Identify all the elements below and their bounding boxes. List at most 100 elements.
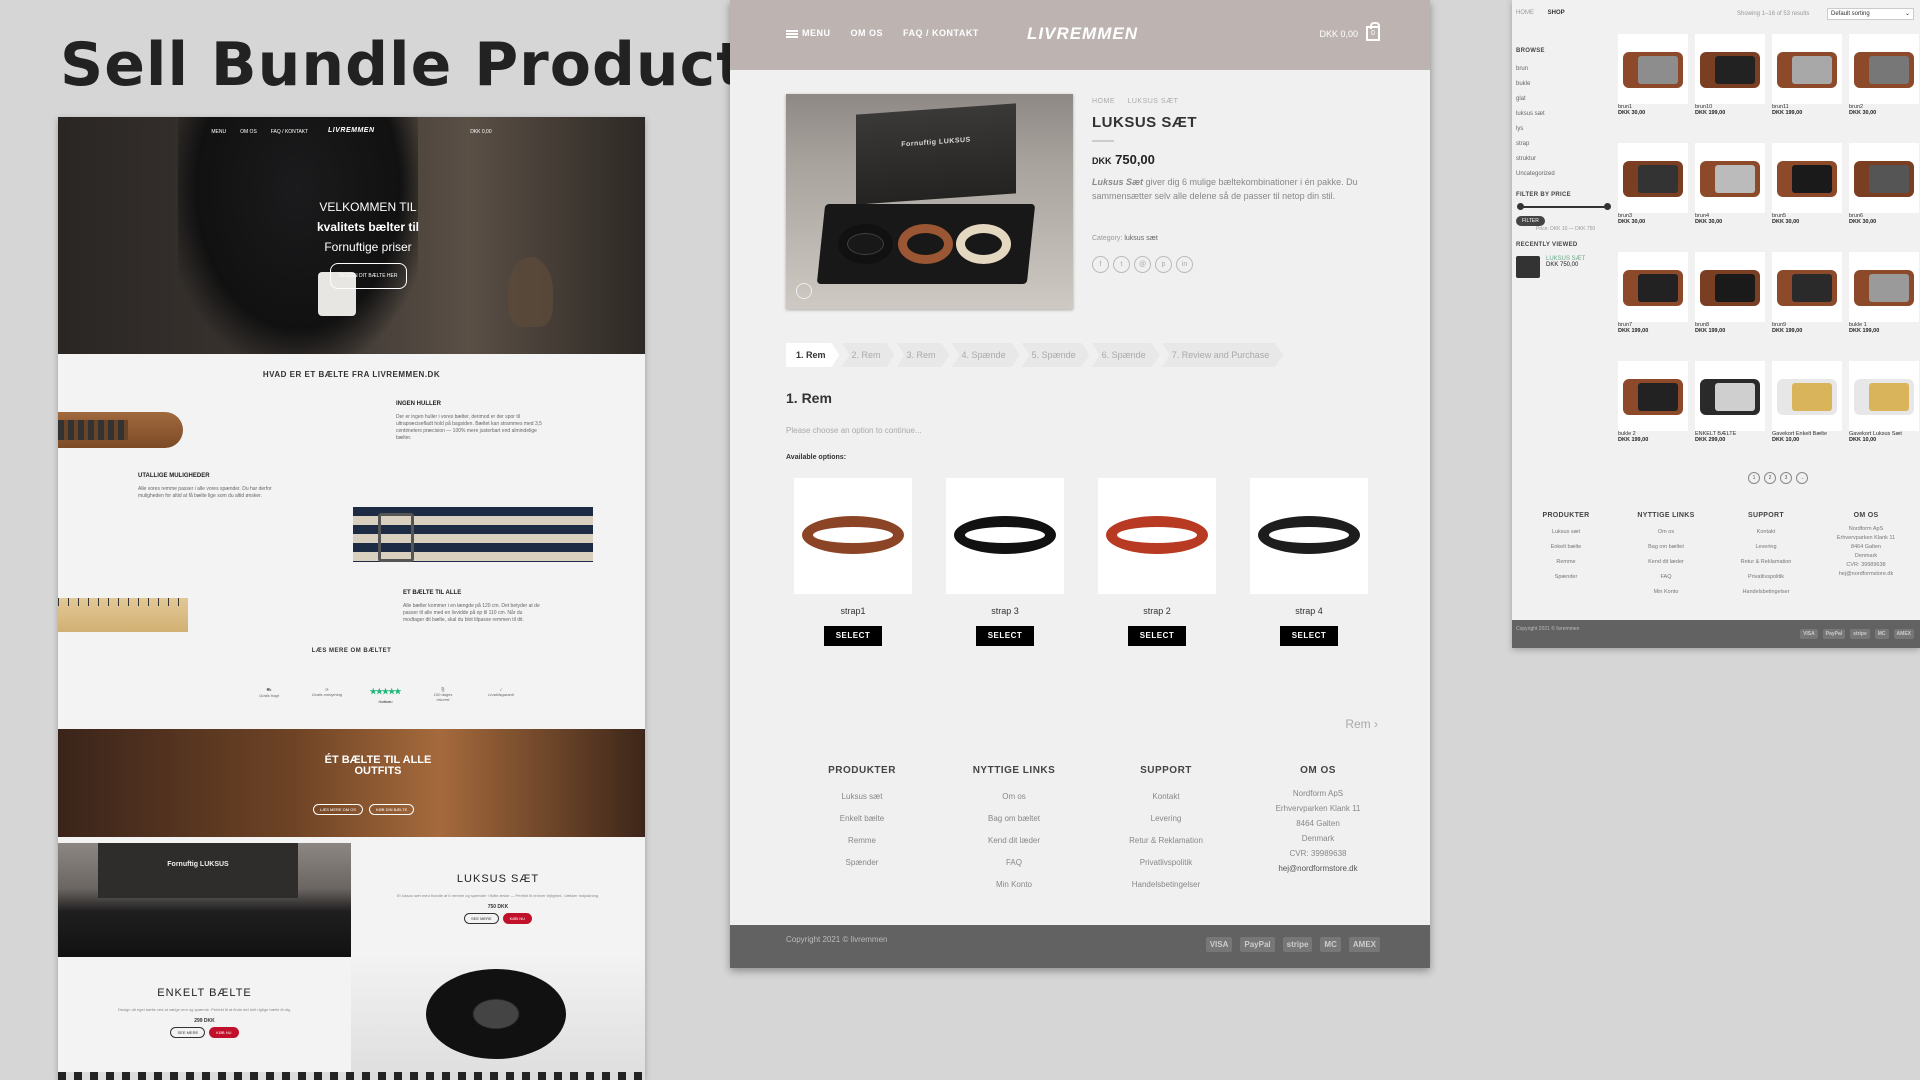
recently-viewed-item[interactable]: LUKSUS SÆT DKK 750,00 (1516, 256, 1616, 278)
product-thumbnail[interactable] (1695, 34, 1765, 104)
nav-cart-link[interactable]: DKK 0,00 (470, 129, 491, 135)
product-card[interactable]: BRUNbrun2DKK 30,00 (1849, 34, 1919, 143)
footer-link[interactable]: Min Konto (938, 874, 1090, 896)
product-card[interactable]: UNCATEGORIZEDGavekort Luksus SætDKK 10,0… (1849, 361, 1919, 470)
breadcrumb-shop[interactable]: SHOP (1548, 10, 1565, 16)
page-3[interactable]: 3 (1780, 472, 1792, 484)
product-card[interactable]: LUKSUS SÆTENKELT BÆLTEDKK 299,00 (1695, 361, 1765, 470)
product-image[interactable]: Fornuftig LUKSUS (786, 94, 1073, 309)
category-link[interactable]: struktur (1516, 152, 1616, 167)
step-tab-7[interactable]: 7. Review and Purchase (1162, 343, 1284, 367)
product-thumbnail[interactable] (1618, 34, 1688, 104)
filter-button[interactable]: FILTER (1516, 216, 1545, 226)
footer-link[interactable]: Luksus sæt (786, 786, 938, 808)
breadcrumb-home[interactable]: HOME (1092, 98, 1115, 105)
footer-email-link[interactable]: hej@nordformstore.dk (1816, 570, 1916, 579)
product-card[interactable]: BRUNbrun7DKK 199,00 (1618, 252, 1688, 361)
footer-link[interactable]: Kend dit læder (1616, 555, 1716, 570)
read-more-link[interactable]: LÆS MERE OM BÆLTET (58, 648, 645, 654)
footer-link[interactable]: Enkelt bælte (1516, 540, 1616, 555)
breadcrumb-home[interactable]: HOME (1516, 10, 1534, 16)
nav-menu-link[interactable]: MENU (211, 129, 226, 135)
step-tab-6[interactable]: 6. Spænde (1092, 343, 1160, 367)
product-thumbnail[interactable] (1772, 252, 1842, 322)
category-link[interactable]: luksus sæt (1516, 107, 1616, 122)
footer-link[interactable]: Remme (786, 830, 938, 852)
footer-link[interactable]: Om os (1616, 525, 1716, 540)
footer-link[interactable]: Levering (1090, 808, 1242, 830)
footer-link[interactable]: Retur & Reklamation (1090, 830, 1242, 852)
page-2[interactable]: 2 (1764, 472, 1776, 484)
about-us-button[interactable]: LÆS MERE OM OS (313, 804, 364, 815)
product-thumbnail[interactable] (1849, 252, 1919, 322)
nav-faq-link[interactable]: FAQ / KONTAKT (271, 129, 308, 135)
select-button[interactable]: SELECT (1280, 626, 1338, 646)
menu-button[interactable]: MENU (786, 28, 831, 38)
footer-link[interactable]: Levering (1716, 540, 1816, 555)
breadcrumb-current[interactable]: LUKSUS SÆT (1127, 98, 1178, 105)
email-icon[interactable]: @ (1134, 256, 1151, 273)
product-card[interactable]: BUKLEbukle 1DKK 199,00 (1849, 252, 1919, 361)
price-slider[interactable] (1517, 203, 1611, 210)
facebook-icon[interactable]: f (1092, 256, 1109, 273)
footer-link[interactable]: Min Konto (1616, 585, 1716, 600)
product-card[interactable]: BRUNbrun10DKK 199,00 (1695, 34, 1765, 143)
footer-link[interactable]: Spænder (786, 852, 938, 874)
product-thumbnail[interactable] (1618, 252, 1688, 322)
twitter-icon[interactable]: t (1113, 256, 1130, 273)
product-card[interactable]: BRUNbrun11DKK 199,00 (1772, 34, 1842, 143)
single-see-more-button[interactable]: SEE MERE (170, 1027, 206, 1038)
product-thumbnail[interactable] (1695, 252, 1765, 322)
footer-link[interactable]: Privatlivspolitik (1090, 852, 1242, 874)
next-page-icon[interactable]: → (1796, 472, 1808, 484)
buy-belt-button[interactable]: KØB DIN BÆLTE (369, 804, 415, 815)
site-logo[interactable]: LIVREMMEN (1027, 24, 1138, 44)
product-card[interactable]: BRUNbrun9DKK 199,00 (1772, 252, 1842, 361)
product-thumbnail[interactable] (1618, 361, 1688, 431)
product-card[interactable]: BRUNbrun4DKK 30,00 (1695, 143, 1765, 252)
category-link[interactable]: strap (1516, 137, 1616, 152)
category-link[interactable]: bukle (1516, 77, 1616, 92)
page-1[interactable]: 1 (1748, 472, 1760, 484)
footer-link[interactable]: Spænder (1516, 570, 1616, 585)
category-link[interactable]: brun (1516, 62, 1616, 77)
step-tab-1[interactable]: 1. Rem (786, 343, 840, 367)
product-card[interactable]: BRUNbrun5DKK 30,00 (1772, 143, 1842, 252)
product-thumbnail[interactable] (1695, 361, 1765, 431)
single-buy-button[interactable]: KØB NU (209, 1027, 239, 1038)
nav-about-link[interactable]: OM OS (240, 129, 257, 135)
footer-link[interactable]: Enkelt bælte (786, 808, 938, 830)
product-card[interactable]: UNCATEGORIZEDGavekort Enkelt BælteDKK 10… (1772, 361, 1842, 470)
option-image[interactable] (1098, 478, 1216, 594)
option-image[interactable] (1250, 478, 1368, 594)
hero-logo[interactable]: LIVREMMEN (328, 127, 375, 134)
product-thumbnail[interactable] (1618, 143, 1688, 213)
footer-link[interactable]: Om os (938, 786, 1090, 808)
linkedin-icon[interactable]: in (1176, 256, 1193, 273)
footer-link[interactable]: FAQ (938, 852, 1090, 874)
footer-link[interactable]: Remme (1516, 555, 1616, 570)
footer-link[interactable]: Kontakt (1716, 525, 1816, 540)
luxury-buy-button[interactable]: KØB NU (502, 913, 532, 924)
footer-link[interactable]: Bag om bæltet (1616, 540, 1716, 555)
option-image[interactable] (794, 478, 912, 594)
product-card[interactable]: BRUNbrun6DKK 30,00 (1849, 143, 1919, 252)
pinterest-icon[interactable]: p (1155, 256, 1172, 273)
nav-about-link[interactable]: OM OS (851, 28, 884, 38)
step-tab-3[interactable]: 3. Rem (897, 343, 950, 367)
select-button[interactable]: SELECT (824, 626, 882, 646)
step-tab-4[interactable]: 4. Spænde (952, 343, 1020, 367)
option-image[interactable] (946, 478, 1064, 594)
footer-link[interactable]: Privatlivspolitik (1716, 570, 1816, 585)
product-card[interactable]: BRUNbrun8DKK 199,00 (1695, 252, 1765, 361)
zoom-icon[interactable] (796, 283, 812, 299)
footer-link[interactable]: Bag om bæltet (938, 808, 1090, 830)
product-card[interactable]: BUKLEbukle 2DKK 199,00 (1618, 361, 1688, 470)
category-link[interactable]: glat (1516, 92, 1616, 107)
footer-link[interactable]: Kend dit læder (938, 830, 1090, 852)
design-belt-button[interactable]: DESIGN DIT BÆLTE HER (329, 263, 407, 289)
footer-link[interactable]: FAQ (1616, 570, 1716, 585)
category-link[interactable]: Uncategorized (1516, 167, 1616, 182)
footer-link[interactable]: Handelsbetingelser (1716, 585, 1816, 600)
product-thumbnail[interactable] (1772, 34, 1842, 104)
